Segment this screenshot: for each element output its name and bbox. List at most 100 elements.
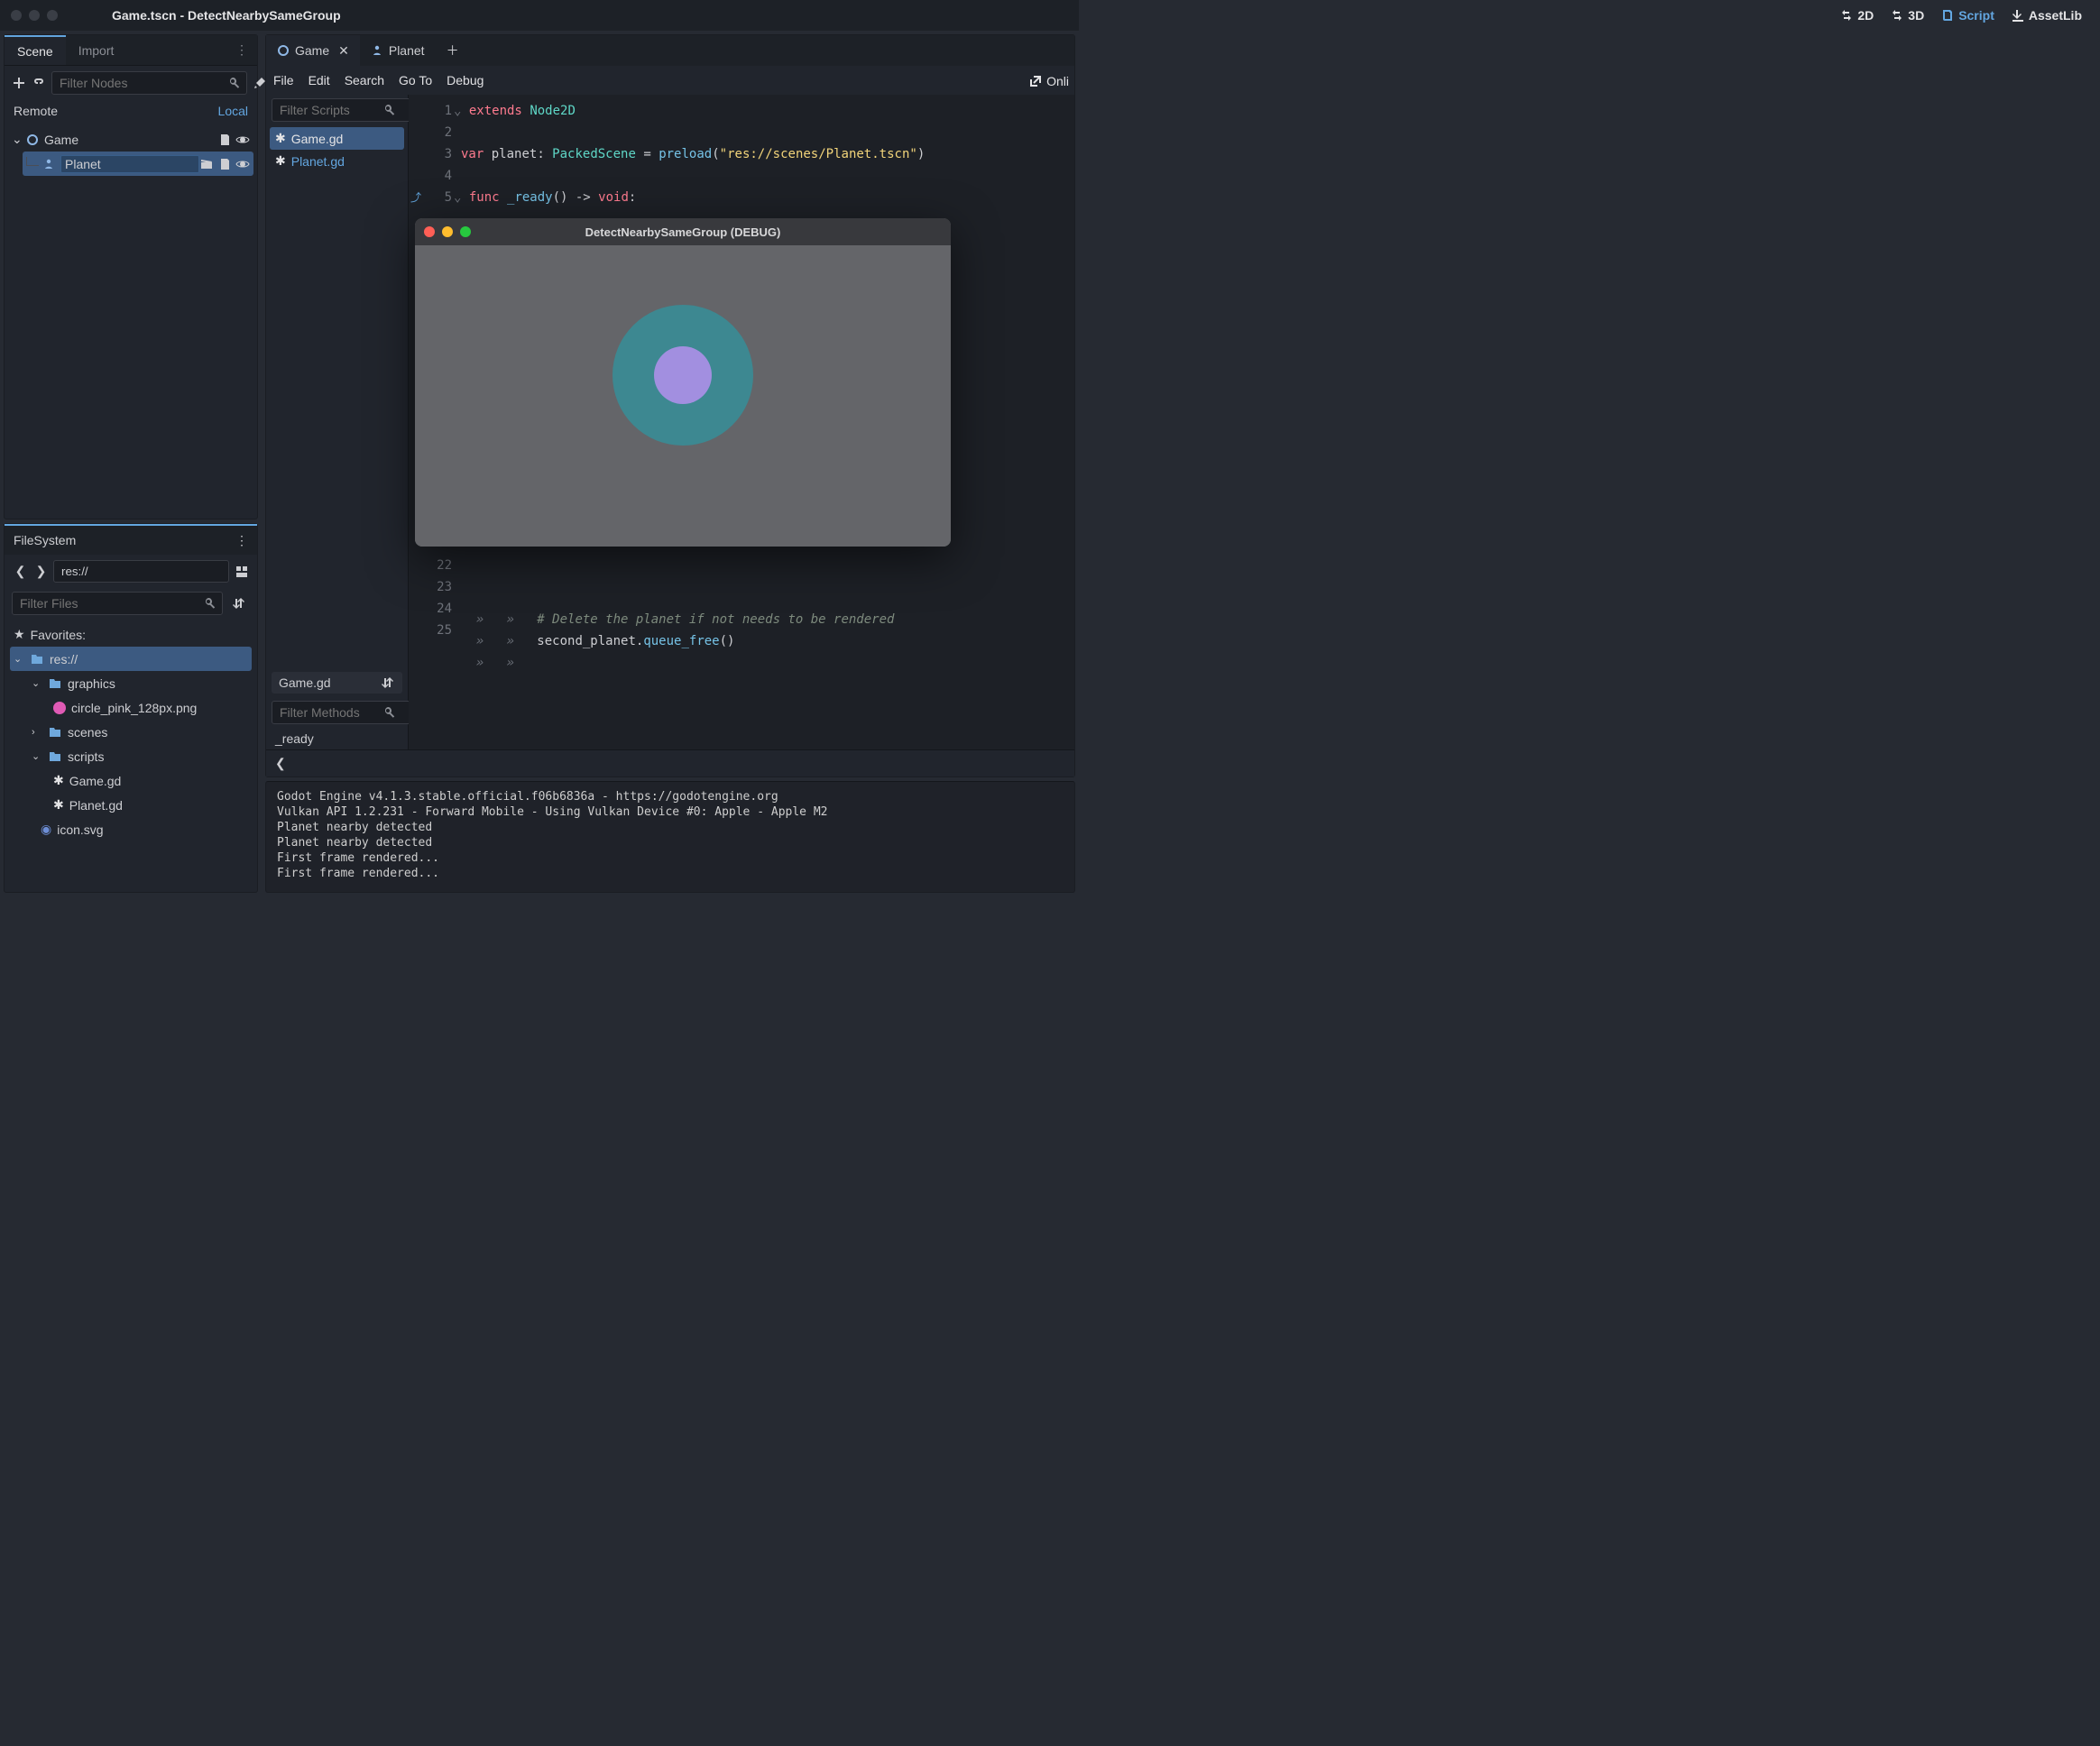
debug-titlebar[interactable]: DetectNearbySameGroup (DEBUG)	[415, 218, 951, 245]
nav-back-button[interactable]: ❮	[12, 561, 29, 583]
fs-folder-graphics[interactable]: ⌄ graphics	[10, 671, 252, 695]
current-script-label[interactable]: Game.gd	[272, 672, 402, 694]
filter-nodes-input[interactable]	[51, 71, 247, 95]
instantiate-scene-button[interactable]	[32, 72, 46, 94]
menu-file[interactable]: File	[273, 73, 294, 87]
panel-menu-icon[interactable]: ⋮	[235, 533, 248, 548]
close-window-icon[interactable]	[11, 10, 22, 21]
workspace-assetlib-button[interactable]: AssetLib	[2011, 8, 2082, 23]
tree-connector	[26, 157, 39, 166]
method-item[interactable]: _ready	[266, 728, 408, 749]
chevron-down-icon[interactable]: ⌄	[32, 677, 42, 689]
script-label: Planet.gd	[291, 154, 345, 169]
script-attach-icon[interactable]	[217, 133, 232, 147]
output-line: Vulkan API 1.2.231 - Forward Mobile - Us…	[277, 804, 1064, 820]
gear-icon: ✱	[275, 131, 286, 146]
menu-search[interactable]: Search	[345, 73, 384, 87]
fs-file-planet-gd[interactable]: ✱ Planet.gd	[10, 793, 252, 817]
line-number: 24	[409, 598, 452, 620]
line-number: 25	[409, 620, 452, 641]
add-node-button[interactable]	[12, 72, 26, 94]
workspace-3d-button[interactable]: 3D	[1890, 8, 1924, 23]
close-window-icon[interactable]	[424, 226, 435, 237]
scene-node-game[interactable]: ⌄ Game	[8, 127, 253, 152]
sort-button[interactable]	[228, 593, 250, 614]
fs-folder-scenes[interactable]: › scenes	[10, 720, 252, 744]
panel-menu-icon[interactable]: ⋮	[226, 35, 257, 65]
clapper-icon[interactable]	[199, 157, 214, 171]
output-panel[interactable]: Godot Engine v4.1.3.stable.official.f06b…	[265, 781, 1075, 893]
debug-game-window[interactable]: DetectNearbySameGroup (DEBUG)	[415, 218, 951, 547]
script-item-game[interactable]: ✱Game.gd	[270, 127, 404, 150]
online-docs-button[interactable]: Onli	[1023, 66, 1074, 96]
visibility-icon[interactable]	[235, 133, 250, 147]
search-icon	[382, 705, 397, 720]
fs-root-row[interactable]: ⌄ res://	[10, 647, 252, 671]
script-attach-icon[interactable]	[217, 157, 232, 171]
folder-icon	[48, 725, 62, 740]
folder-icon	[30, 652, 44, 666]
node2d-icon	[24, 132, 41, 148]
filesystem-tree: ★ Favorites: ⌄ res:// ⌄ graphics circle_…	[5, 619, 257, 892]
sort-icon[interactable]	[381, 675, 395, 690]
minimize-window-icon[interactable]	[442, 226, 453, 237]
line-number: 22	[409, 555, 452, 576]
menu-debug[interactable]: Debug	[447, 73, 484, 87]
chevron-down-icon[interactable]: ⌄	[12, 132, 24, 147]
gear-icon: ✱	[275, 153, 286, 169]
chevron-right-icon[interactable]: ›	[32, 727, 42, 738]
gear-icon: ✱	[53, 797, 64, 813]
fs-folder-scripts[interactable]: ⌄ scripts	[10, 744, 252, 768]
search-icon	[227, 76, 242, 90]
minimize-window-icon[interactable]	[29, 10, 40, 21]
scene-tab[interactable]: Scene	[5, 35, 66, 65]
search-icon	[382, 103, 397, 117]
breadcrumb-bar[interactable]: ❮	[266, 749, 1074, 777]
fs-file-circle-png[interactable]: circle_pink_128px.png	[10, 695, 252, 720]
chevron-down-icon[interactable]: ⌄	[32, 750, 42, 762]
godot-icon: ◉	[41, 822, 51, 837]
workspace-assetlib-label: AssetLib	[2029, 8, 2082, 23]
view-mode-button[interactable]	[233, 561, 250, 583]
back-icon[interactable]: ❮	[275, 756, 286, 771]
plus-icon: ＋	[447, 41, 459, 60]
mac-traffic-lights	[11, 10, 58, 21]
fs-label: res://	[50, 652, 78, 666]
fs-file-game-gd[interactable]: ✱ Game.gd	[10, 768, 252, 793]
path-input[interactable]	[53, 560, 229, 583]
editor-tab-game[interactable]: Game ✕	[266, 35, 360, 66]
tab-label: Game	[295, 43, 329, 58]
fs-file-icon-svg[interactable]: ◉ icon.svg	[10, 817, 252, 841]
node-label-editing[interactable]: Planet	[60, 155, 199, 173]
filter-files-input[interactable]	[12, 592, 223, 615]
output-line: First frame rendered...	[277, 850, 1064, 866]
scene-node-planet[interactable]: Planet	[23, 152, 253, 176]
import-tab[interactable]: Import	[66, 35, 127, 65]
workspace-toolbar: 2D 3D Script AssetLib	[1839, 0, 2082, 31]
maximize-window-icon[interactable]	[460, 226, 471, 237]
connect-icon: ⤴	[410, 187, 421, 208]
script-item-planet[interactable]: ✱ Planet.gd	[270, 150, 404, 172]
folder-icon	[48, 676, 62, 691]
search-icon	[203, 596, 217, 611]
remote-tab[interactable]: Remote	[14, 104, 58, 118]
maximize-window-icon[interactable]	[47, 10, 58, 21]
add-tab-button[interactable]: ＋	[436, 35, 470, 66]
editor-tab-planet[interactable]: Planet	[360, 35, 436, 66]
fs-label: scenes	[68, 725, 107, 740]
menu-edit[interactable]: Edit	[309, 73, 330, 87]
local-tab[interactable]: Local	[218, 104, 248, 118]
characterbody2d-icon	[371, 44, 383, 57]
close-icon[interactable]: ✕	[338, 43, 349, 59]
nav-forward-button[interactable]: ❯	[32, 561, 50, 583]
script-icon	[1940, 8, 1955, 23]
workspace-2d-button[interactable]: 2D	[1839, 8, 1874, 23]
workspace-script-button[interactable]: Script	[1940, 8, 1994, 23]
chevron-down-icon[interactable]: ⌄	[14, 653, 24, 665]
game-viewport[interactable]	[415, 245, 951, 547]
gear-icon: ✱	[53, 773, 64, 788]
visibility-icon[interactable]	[235, 157, 250, 171]
output-line: First frame rendered...	[277, 866, 1064, 881]
menu-goto[interactable]: Go To	[399, 73, 432, 87]
favorites-row[interactable]: ★ Favorites:	[10, 622, 252, 647]
